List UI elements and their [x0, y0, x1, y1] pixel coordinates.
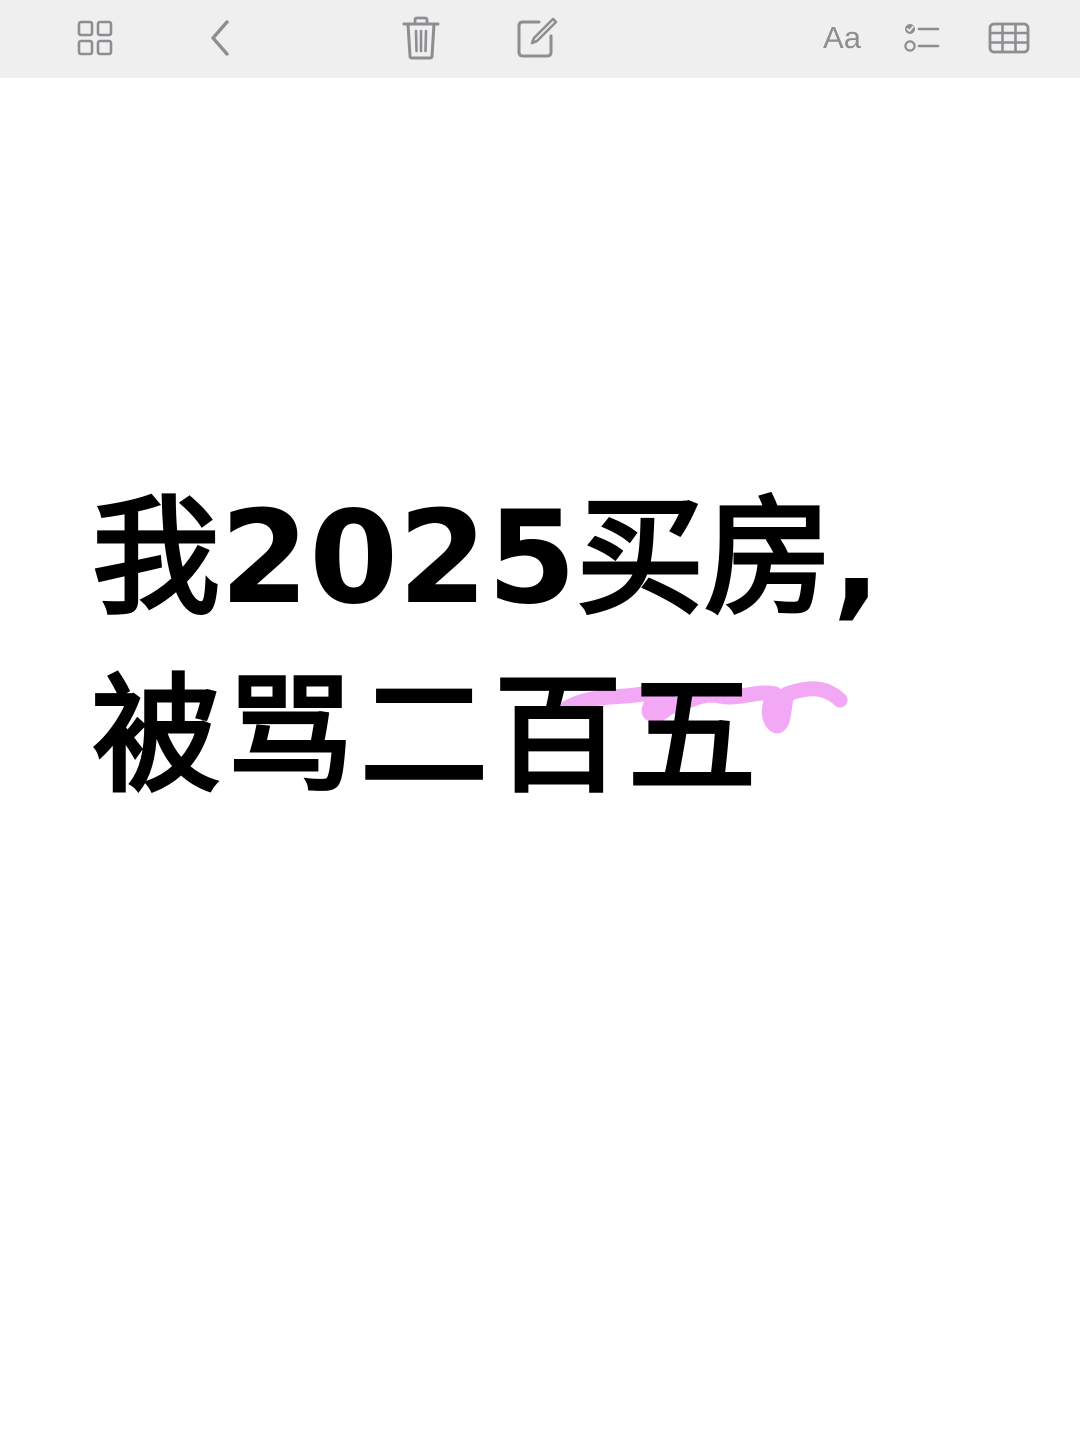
grid-view-icon	[77, 20, 113, 56]
compose-button[interactable]	[509, 10, 565, 66]
note-text-line-2: 被骂二百五	[92, 662, 763, 811]
checklist-icon	[904, 24, 940, 52]
text-format-button[interactable]: Aa	[814, 10, 870, 66]
checklist-button[interactable]	[894, 10, 950, 66]
text-format-icon: Aa	[823, 20, 861, 55]
note-text-line-1: 我2025买房,	[92, 484, 881, 633]
table-button[interactable]	[981, 10, 1037, 66]
grid-view-button[interactable]	[67, 10, 123, 66]
note-toolbar: Aa	[0, 0, 1080, 78]
compose-icon	[517, 17, 558, 58]
trash-icon	[402, 16, 440, 60]
delete-button[interactable]	[393, 10, 449, 66]
table-icon	[988, 22, 1030, 54]
back-button[interactable]	[192, 10, 248, 66]
chevron-left-icon	[211, 20, 229, 56]
